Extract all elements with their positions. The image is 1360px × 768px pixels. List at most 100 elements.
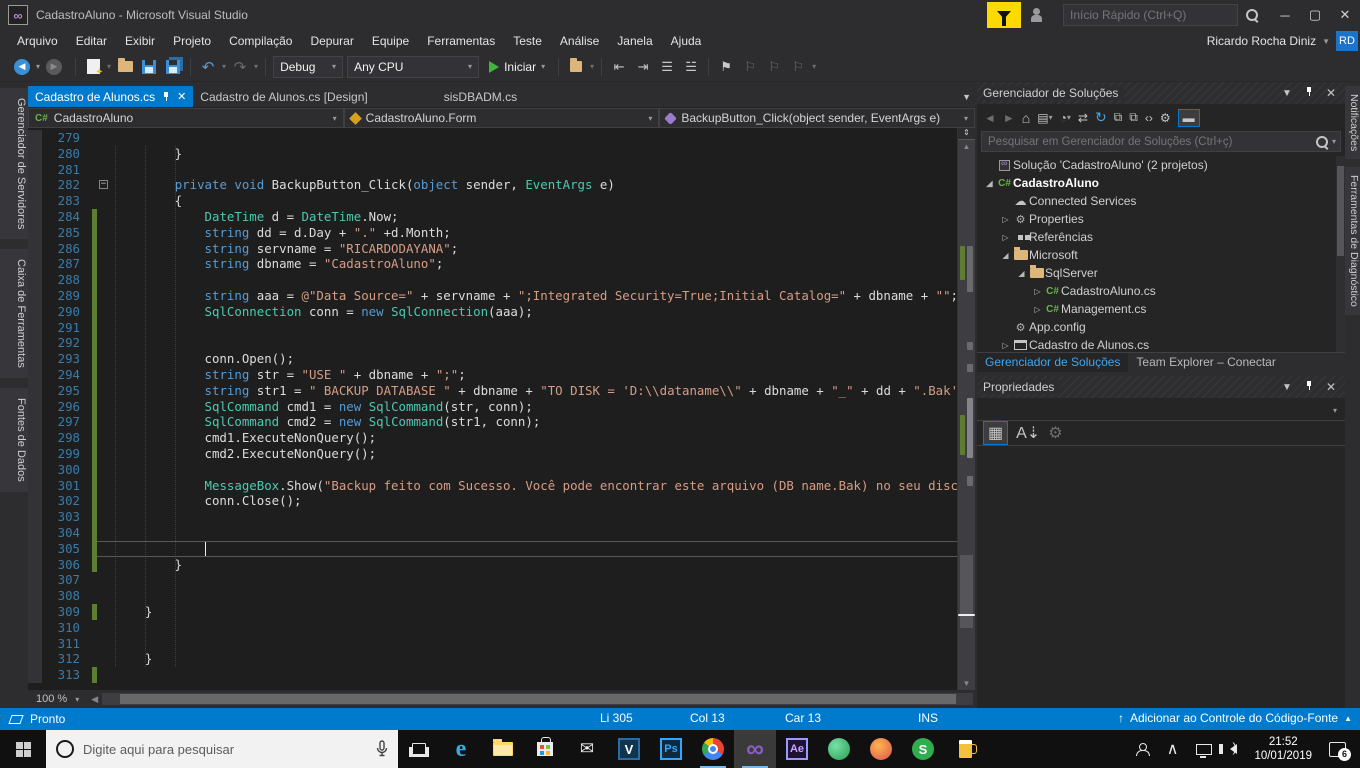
taskbar-green-s-app-icon[interactable]: S [902, 730, 944, 768]
close-tab-icon[interactable]: ✕ [177, 90, 186, 103]
search-icon[interactable] [1244, 7, 1260, 23]
code-line-309[interactable]: 309 } [28, 603, 957, 620]
menu-projeto[interactable]: Projeto [164, 31, 220, 51]
bookmark-icon[interactable]: ⚑ [716, 57, 736, 77]
code-line-303[interactable]: 303 [28, 509, 957, 525]
menu-compila-o[interactable]: Compilação [220, 31, 301, 51]
breakpoint-margin[interactable] [28, 161, 42, 178]
tree-item-properties[interactable]: ▷ ⚙ Properties [977, 210, 1345, 228]
code-line-299[interactable]: 299 cmd2.ExecuteNonQuery(); [28, 445, 957, 462]
refresh-icon[interactable]: ↻ [1095, 109, 1107, 126]
code-line-312[interactable]: 312 } [28, 651, 957, 668]
breakpoint-margin[interactable] [28, 445, 42, 462]
code-line-283[interactable]: 283 { [28, 193, 957, 209]
taskbar-edge-icon[interactable]: e [440, 730, 482, 768]
forward-icon[interactable]: ► [1003, 111, 1015, 125]
start-debug-button[interactable]: Iniciar ▾ [483, 56, 551, 78]
breakpoint-margin[interactable] [28, 382, 42, 399]
navigate-forward-icon[interactable]: ▶ [44, 57, 64, 77]
menu-ajuda[interactable]: Ajuda [662, 31, 711, 51]
alphabetical-sort-icon[interactable]: A⇣ [1016, 423, 1040, 443]
breakpoint-margin[interactable] [28, 256, 42, 273]
menu-teste[interactable]: Teste [504, 31, 551, 51]
breakpoint-margin[interactable] [28, 540, 42, 557]
code-line-293[interactable]: 293 conn.Open(); [28, 351, 957, 367]
properties-header[interactable]: Propriedades ▼ ✕ [977, 376, 1345, 398]
solution-search-input[interactable] [982, 135, 1312, 148]
editor-horizontal-scrollbar[interactable] [102, 693, 973, 705]
dock-tab-team-explorer-conectar[interactable]: Team Explorer – Conectar [1128, 353, 1283, 372]
breakpoint-margin[interactable] [28, 524, 42, 541]
uncomment-lines-icon[interactable]: ☱ [681, 57, 701, 77]
pin-icon[interactable] [1301, 381, 1317, 393]
taskbar-beer-app-icon[interactable] [944, 730, 986, 768]
code-line-291[interactable]: 291 [28, 319, 957, 336]
code-line-285[interactable]: 285 string dd = d.Day + "." +d.Month; [28, 224, 957, 241]
breakpoint-margin[interactable] [28, 193, 42, 209]
tool-window-tab-ferramentas-de-diagn-stico[interactable]: Ferramentas de Diagnóstico [1345, 167, 1360, 316]
switch-views-icon[interactable]: ▤ ▾ [1037, 111, 1052, 125]
code-line-290[interactable]: 290 SqlConnection conn = new SqlConnecti… [28, 303, 957, 320]
clock[interactable]: 21:52 10/01/2019 [1246, 735, 1320, 764]
save-icon[interactable] [139, 57, 159, 77]
breakpoint-margin[interactable] [28, 461, 42, 478]
volume-icon[interactable] [1219, 730, 1246, 768]
start-button[interactable] [0, 730, 46, 768]
pending-changes-filter-icon[interactable]: ◔ ▾ [1060, 111, 1071, 125]
search-options-chevron-icon[interactable]: ▾ [1332, 137, 1336, 146]
breakpoint-margin[interactable] [28, 351, 42, 367]
taskbar-visual-studio-icon[interactable]: ∞ [734, 730, 776, 768]
back-icon[interactable]: ◄ [984, 111, 996, 125]
tool-window-tab-fontes-de-dados[interactable]: Fontes de Dados [0, 388, 28, 493]
code-line-296[interactable]: 296 SqlCommand cmd1 = new SqlCommand(str… [28, 398, 957, 415]
home-icon[interactable]: ⌂ [1022, 110, 1030, 126]
taskbar-android-studio-icon[interactable] [818, 730, 860, 768]
restore-button[interactable]: ▢ [1300, 2, 1330, 28]
taskbar-cocktail-app-icon[interactable] [860, 730, 902, 768]
tree-item-refer-ncias[interactable]: ▷ Referências [977, 228, 1345, 246]
redo-icon[interactable]: ↷ [230, 57, 250, 77]
taskbar-mail-icon[interactable]: ✉ [566, 730, 608, 768]
tool-window-tab-notifica-es[interactable]: Notificações [1345, 86, 1360, 160]
feedback-flag-icon[interactable] [987, 2, 1021, 28]
chevron-down-icon[interactable]: ▼ [1279, 382, 1295, 393]
menu-editar[interactable]: Editar [67, 31, 116, 51]
show-hidden-icons-chevron[interactable]: ∧ [1158, 730, 1188, 768]
notifications-icon[interactable]: 6 [1320, 730, 1360, 768]
breakpoint-margin[interactable] [28, 366, 42, 383]
quick-launch-input[interactable] [1063, 4, 1238, 26]
add-to-source-control-button[interactable]: ↑ Adicionar ao Controle do Código-Fonte … [1118, 711, 1352, 725]
taskbar-search[interactable]: Digite aqui para pesquisar [46, 730, 398, 768]
code-editor[interactable]: 279 280 } 281 282− private void BackupButto… [28, 128, 957, 690]
close-icon[interactable]: ✕ [1323, 380, 1339, 394]
code-line-288[interactable]: 288 [28, 272, 957, 288]
zoom-select[interactable]: 100 % ▾ [28, 690, 87, 708]
code-line-282[interactable]: 282− private void BackupButton_Click(obj… [28, 177, 957, 194]
close-button[interactable]: ✕ [1330, 2, 1360, 28]
solution-configuration-select[interactable]: Debug ▾ [273, 55, 344, 78]
navbar-backupbutton-click[interactable]: BackupButton_Click(object sender, EventA… [659, 108, 976, 128]
breakpoint-margin[interactable] [28, 303, 42, 320]
expander-icon[interactable]: ▷ [999, 215, 1012, 224]
breakpoint-margin[interactable] [28, 635, 42, 652]
menu-arquivo[interactable]: Arquivo [8, 31, 67, 51]
tree-scrollbar[interactable] [1336, 156, 1345, 352]
indent-increase-icon[interactable]: ⇥ [633, 57, 653, 77]
people-icon[interactable] [1126, 730, 1158, 768]
microphone-icon[interactable] [376, 740, 388, 758]
solution-search[interactable]: ▾ [981, 131, 1341, 152]
scroll-down-icon[interactable]: ▼ [958, 679, 975, 688]
show-all-files-icon[interactable]: ▬ [1177, 108, 1200, 127]
code-line-289[interactable]: 289 string aaa = @"Data Source=" + servn… [28, 287, 957, 304]
breakpoint-margin[interactable] [28, 208, 42, 225]
tree-item-connected-services[interactable]: ☁ Connected Services [977, 192, 1345, 210]
taskbar-store-icon[interactable] [524, 730, 566, 768]
breakpoint-margin[interactable] [28, 509, 42, 525]
indent-decrease-icon[interactable]: ⇤ [609, 57, 629, 77]
breakpoint-margin[interactable] [28, 667, 42, 683]
breakpoint-margin[interactable] [28, 287, 42, 304]
code-line-311[interactable]: 311 [28, 635, 957, 652]
breakpoint-margin[interactable] [28, 651, 42, 668]
tool-window-tab-caixa-de-ferramentas[interactable]: Caixa de Ferramentas [0, 249, 28, 379]
breakpoint-margin[interactable] [28, 130, 42, 146]
